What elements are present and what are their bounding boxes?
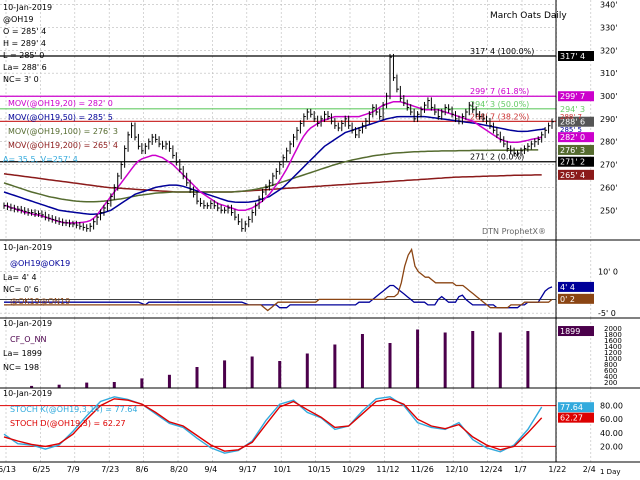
x-tick-10-15: 10/15	[308, 465, 331, 474]
tag-fib-0: 271' 2	[560, 158, 585, 167]
oi-bar-5	[167, 374, 171, 388]
oi-bar-14	[416, 329, 420, 388]
oi-y-tick-2000: 2000	[604, 325, 622, 333]
x-tick-1-22: 1/22	[548, 465, 566, 474]
x-tick-1-7: 1/7	[514, 465, 527, 474]
volume-line: A= 35.5, V=257' 4	[3, 155, 78, 164]
oi-bar-15	[443, 332, 447, 388]
tag-fib-618: 299' 7	[560, 92, 585, 101]
price-y-tick-320: 320'	[600, 46, 617, 55]
oi-date: 10-Jan-2019	[3, 319, 52, 328]
x-tick-12-24: 12/24	[480, 465, 503, 474]
x-tick-11-26: 11/26	[411, 465, 434, 474]
price-y-tick-290: 290'	[600, 115, 617, 124]
stoch-y-tick-20: 20.00	[600, 442, 623, 451]
price-date: 10-Jan-2019	[3, 3, 52, 12]
x-tick-9-4: 9/4	[204, 465, 217, 474]
tag-ma200: 265' 4	[560, 171, 585, 180]
ma20-label: MOV(@OH19,20) = 282' 0	[8, 99, 113, 108]
price-y-tick-260: 260'	[600, 183, 617, 192]
fib-label-4: 271' 2 (0.0%)	[470, 153, 524, 162]
spread-date: 10-Jan-2019	[3, 243, 52, 252]
oi-bar-6	[195, 367, 199, 388]
oi-bar-11	[333, 344, 337, 388]
ma100-label: MOV(@OH19,100) = 276' 3	[8, 127, 118, 136]
x-tick-2-4: 2/4	[583, 465, 596, 474]
stoch-y-tick-60: 60.00	[600, 415, 623, 424]
x-tick-8-6: 8/6	[136, 465, 149, 474]
chart-title: March Oats Daily	[490, 11, 567, 21]
oi-bar-10	[305, 353, 309, 388]
spread-last: La= 4' 4	[3, 273, 37, 282]
x-tick-6-13: 6/13	[0, 465, 16, 474]
x-tick-7-23: 7/23	[101, 465, 119, 474]
fib-label-3: 288' 7 (38.2%)	[470, 112, 529, 121]
oi-bar-3	[112, 382, 116, 388]
price-high: H = 289' 4	[3, 39, 46, 48]
price-y-tick-300: 300'	[600, 92, 617, 101]
spread2-name: @OK19@ON19	[10, 297, 70, 306]
price-last: La= 288' 6	[3, 63, 47, 72]
spread-nc: NC= 0' 6	[3, 285, 39, 294]
oi-bar-17	[498, 332, 502, 388]
tag-ma50: 285' 5	[560, 126, 582, 134]
tag-stoch-d: 62.27	[560, 414, 583, 423]
spread-y-tick-0: -5' 0	[598, 309, 616, 318]
price-open: O = 285' 4	[3, 27, 46, 36]
oi-bar-12	[360, 334, 364, 388]
price-y-tick-330: 330'	[600, 23, 617, 32]
spread1-name: @OH19@OK19	[10, 259, 70, 268]
spread-y-tick-1: 10' 0	[598, 268, 618, 277]
x-tick-12-10: 12/10	[445, 465, 468, 474]
interval-label: 1 Day	[600, 468, 621, 476]
x-tick-11-12: 11/12	[376, 465, 399, 474]
tag-stoch-k: 77.64	[560, 403, 583, 412]
price-y-tick-340: 340'	[600, 1, 617, 10]
oi-bar-9	[278, 361, 282, 388]
tag-oi: 1899	[560, 327, 580, 336]
oi-bar-13	[388, 343, 392, 388]
price-y-tick-280: 280'	[600, 138, 617, 147]
ma200-label: MOV(@OH19,200) = 265' 4	[8, 141, 118, 150]
oi-name: CF_O_NN	[10, 335, 46, 344]
x-tick-6-25: 6/25	[32, 465, 50, 474]
price-y-tick-250: 250'	[600, 206, 617, 215]
tag-spread1: 4' 4	[560, 283, 575, 292]
oi-bar-16	[471, 331, 475, 388]
fib-label-2: 294' 3 (50.0%)	[470, 100, 529, 109]
x-tick-10-29: 10/29	[342, 465, 365, 474]
tag-fib-100: 317' 4	[560, 52, 585, 61]
x-tick-7-9: 7/9	[67, 465, 80, 474]
oi-last: La= 1899	[3, 349, 42, 358]
price-low: L = 285' 0	[3, 51, 44, 60]
oi-bar-7	[223, 360, 227, 388]
x-tick-8-20: 8/20	[170, 465, 188, 474]
price-y-tick-310: 310'	[600, 69, 617, 78]
stoch-d-label: STOCH D(@OH19,3) = 62.27	[10, 419, 126, 428]
tag-ma20: 282' 0	[560, 133, 585, 142]
fib-label-1: 299' 7 (61.8%)	[470, 87, 529, 96]
tag-fib-382: 288' 7	[560, 113, 582, 121]
tag-ma100: 276' 3	[560, 146, 585, 155]
oi-bar-18	[526, 331, 530, 388]
stoch-y-tick-80: 80.00	[600, 402, 623, 411]
watermark: DTN ProphetX®	[482, 227, 546, 236]
price-net-change: NC= 3' 0	[3, 75, 39, 84]
oi-bar-2	[85, 382, 89, 388]
stoch-k-label: STOCH K(@OH19,3,14) = 77.64	[10, 405, 137, 414]
tag-spread2: 0' 2	[560, 295, 575, 304]
stoch-date: 10-Jan-2019	[3, 389, 52, 398]
ma50-label: MOV(@OH19,50) = 285' 5	[8, 113, 113, 122]
oi-bar-4	[140, 378, 144, 388]
price-y-tick-270: 270'	[600, 161, 617, 170]
oi-bar-8	[250, 356, 254, 388]
oats-chart: 317' 4 (100.0%) 299' 7 (61.8%) 294' 3 (50.…	[0, 0, 640, 480]
oi-nc: NC= 198	[3, 363, 39, 372]
x-tick-10-1: 10/1	[273, 465, 291, 474]
price-symbol: @OH19	[3, 15, 34, 24]
x-tick-9-17: 9/17	[239, 465, 257, 474]
stoch-y-tick-40: 40.00	[600, 429, 623, 438]
fib-label-0: 317' 4 (100.0%)	[470, 47, 534, 56]
